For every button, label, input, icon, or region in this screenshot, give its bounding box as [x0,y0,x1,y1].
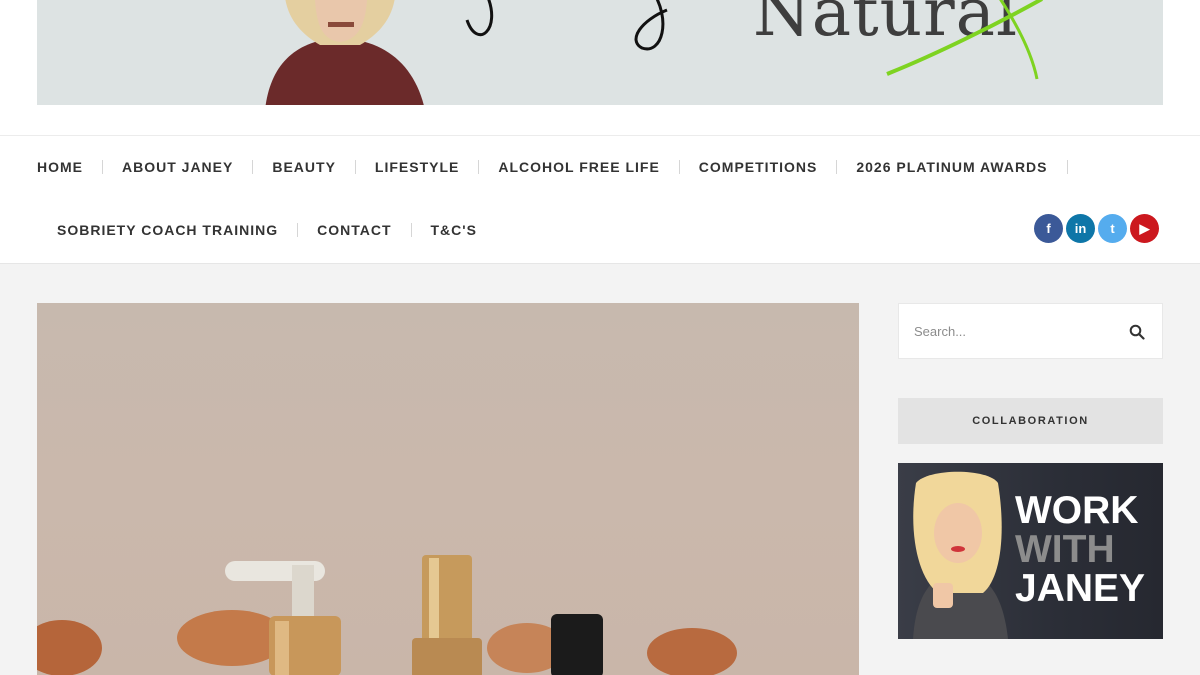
widget-title-label: COLLABORATION [972,415,1089,427]
nav-separator [252,160,254,174]
site-banner[interactable]: Natural [37,0,1163,105]
nav-alcohol-free-life[interactable]: ALCOHOL FREE LIFE [498,159,659,175]
collab-portrait [913,471,1008,639]
social-links: f in t ▶ [1034,214,1159,243]
main-nav-row-1: HOME ABOUT JANEY BEAUTY LIFESTYLE ALCOHO… [37,157,1087,177]
nav-about-janey[interactable]: ABOUT JANEY [122,159,233,175]
main-nav-row-2: SOBRIETY COACH TRAINING CONTACT T&C'S [57,220,477,240]
work-with-janey-banner[interactable]: WORK WITH JANEY [898,463,1163,639]
facebook-icon[interactable]: f [1034,214,1063,243]
search-icon[interactable] [1129,324,1145,340]
nav-separator [410,223,412,237]
nav-separator [102,160,103,174]
featured-post-image[interactable] [37,303,859,675]
collab-line-janey: JANEY [1015,567,1146,610]
youtube-icon[interactable]: ▶ [1130,214,1159,243]
nav-competitions[interactable]: COMPETITIONS [699,159,818,175]
nav-top-divider [0,135,1200,136]
collab-headline: WORK WITH JANEY [1015,491,1145,608]
nav-sobriety-coach-training[interactable]: SOBRIETY COACH TRAINING [57,222,278,238]
nav-lifestyle[interactable]: LIFESTYLE [375,159,459,175]
nav-beauty[interactable]: BEAUTY [272,159,336,175]
search-input[interactable] [899,323,1119,339]
nav-terms[interactable]: T&C'S [431,222,477,238]
collab-line-work: WORK [1015,489,1139,532]
nav-separator [836,160,838,174]
nav-separator [297,223,299,237]
banner-green-stroke [886,0,1043,80]
banner-portrait [265,0,424,105]
nav-separator [678,160,680,174]
nav-home[interactable]: HOME [37,159,83,175]
linkedin-icon[interactable]: in [1066,214,1095,243]
sidebar-search [898,303,1163,359]
twitter-icon[interactable]: t [1098,214,1127,243]
nav-contact[interactable]: CONTACT [317,222,391,238]
product-bottles-illustration [37,555,737,675]
nav-platinum-awards[interactable]: 2026 PLATINUM AWARDS [856,159,1047,175]
collab-line-with: WITH [1015,528,1115,571]
nav-separator [354,160,356,174]
nav-bottom-divider [0,263,1200,264]
nav-separator [1066,160,1068,174]
widget-title-collaboration: COLLABORATION [898,398,1163,444]
banner-script-lettering [465,0,668,51]
nav-separator [478,160,480,174]
